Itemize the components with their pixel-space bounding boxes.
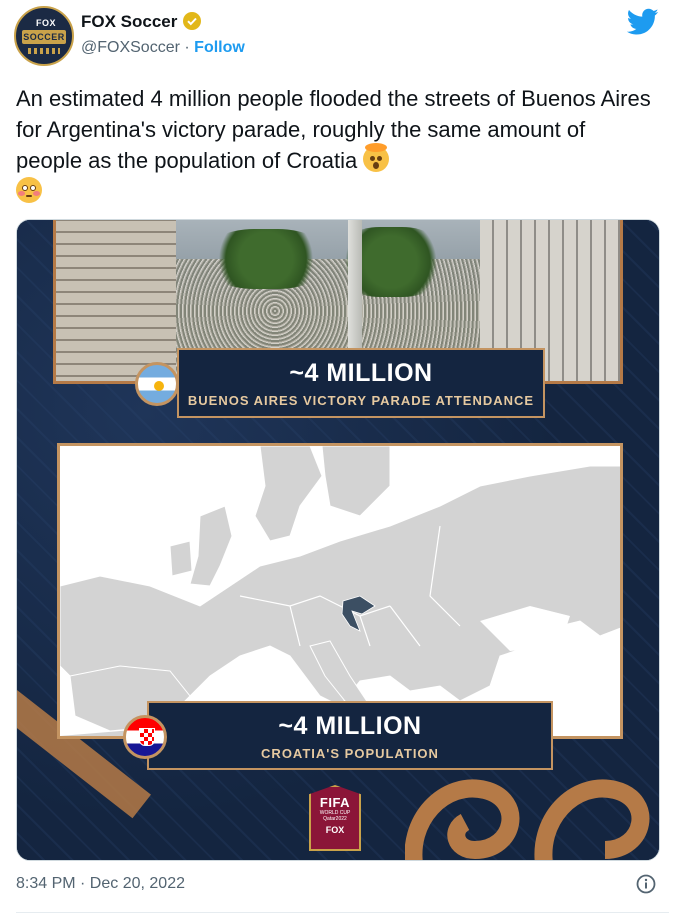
qatar-text: Qatar2022 (323, 816, 347, 822)
tweet-card: FOX SOCCER FOX Soccer @FOXSoccer · Follo… (0, 0, 685, 915)
decorative-numerals (405, 779, 650, 860)
croatia-stat-number: ~4 MILLION (278, 712, 422, 740)
buildings-left (56, 220, 176, 381)
croatia-stat-label: CROATIA'S POPULATION (261, 746, 439, 761)
author-handle-row: @FOXSoccer · Follow (81, 39, 245, 57)
buenos-aires-stat-label: BUENOS AIRES VICTORY PARADE ATTENDANCE (187, 393, 535, 408)
tweet-media-image[interactable]: ~4 MILLION BUENOS AIRES VICTORY PARADE A… (16, 219, 660, 861)
exploding-head-emoji-icon (363, 143, 390, 172)
argentina-flag-icon (135, 362, 179, 406)
author-name[interactable]: FOX Soccer (81, 12, 177, 32)
tweet-body: An estimated 4 million people flooded th… (16, 86, 651, 173)
fifa-world-cup-logo: FIFA WORLD CUP Qatar2022 FOX (309, 785, 361, 851)
tweet-text: An estimated 4 million people flooded th… (16, 83, 656, 207)
author-avatar[interactable]: FOX SOCCER (14, 6, 74, 66)
info-icon[interactable] (636, 874, 656, 894)
trees-left (206, 229, 326, 289)
avatar-fox-text: FOX (36, 18, 57, 28)
flushed-face-emoji-icon (16, 177, 42, 203)
handle-separator: · (184, 39, 190, 56)
buenos-aires-stat-box: ~4 MILLION BUENOS AIRES VICTORY PARADE A… (177, 348, 545, 418)
twitter-bird-icon[interactable] (626, 8, 659, 36)
avatar-soccer-text: SOCCER (22, 30, 66, 44)
europe-map-svg (60, 446, 620, 736)
author-handle[interactable]: @FOXSoccer (81, 39, 180, 56)
footer-divider (16, 912, 669, 913)
fifa-text: FIFA (319, 795, 351, 810)
europe-map (57, 443, 623, 739)
follow-link[interactable]: Follow (194, 39, 245, 56)
verified-badge-icon (183, 12, 201, 30)
tweet-timestamp[interactable]: 8:34 PM · Dec 20, 2022 (16, 875, 185, 893)
avatar-stripe (28, 48, 60, 54)
croatia-flag-icon (123, 715, 167, 759)
obelisk (348, 220, 362, 369)
buenos-aires-stat-number: ~4 MILLION (289, 359, 433, 387)
fox-text: FOX (325, 825, 345, 835)
